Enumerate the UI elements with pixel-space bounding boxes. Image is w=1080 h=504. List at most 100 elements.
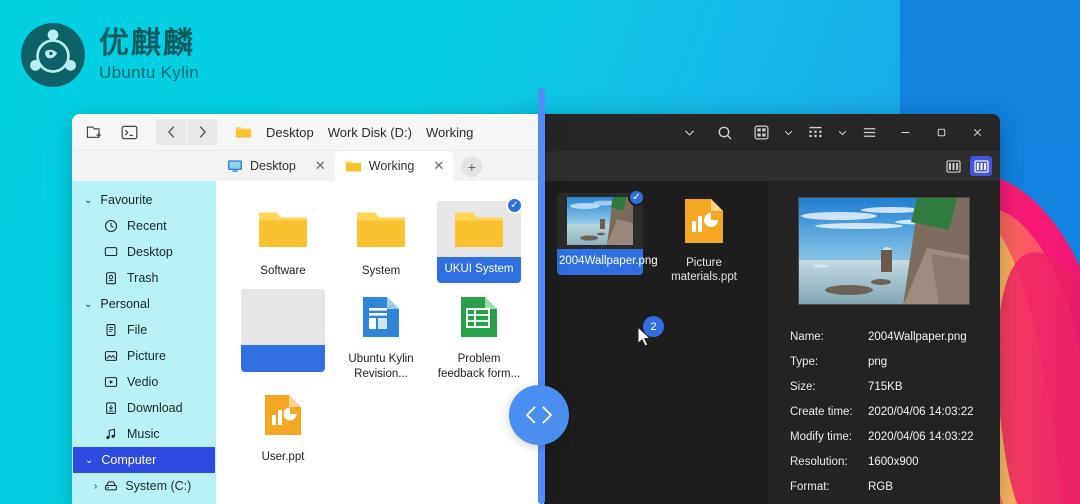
folder-icon — [345, 159, 362, 173]
sidebar-item-download[interactable]: Download — [72, 395, 216, 421]
detail-key: Resolution: — [790, 456, 868, 468]
navigation-buttons — [156, 119, 217, 145]
dark-window-body: ✓ 2004Wallpaper.png — [530, 181, 1000, 504]
presentation-icon — [241, 387, 325, 443]
sidebar-item-desktop[interactable]: Desktop — [72, 239, 216, 265]
new-folder-icon[interactable] — [82, 119, 108, 145]
tab-working[interactable]: Working ✕ — [335, 151, 454, 181]
list-item[interactable]: ✓ UKUI System — [430, 195, 528, 283]
detail-row-name: Name: 2004Wallpaper.png — [790, 331, 1000, 343]
detail-key: Modify time: — [790, 431, 868, 443]
maximize-icon[interactable] — [924, 118, 958, 148]
monitor-icon — [104, 245, 118, 259]
list-item[interactable]: System — [332, 195, 430, 283]
sidebar-group-label: Favourite — [100, 193, 152, 207]
list-item[interactable]: ✓ 2004Wallpaper.png — [548, 193, 652, 285]
sidebar-item-computer[interactable]: ⌄ Computer — [73, 447, 215, 473]
detail-row-type: Type: png — [790, 356, 1000, 368]
details-panel: Name: 2004Wallpaper.png Type: png Size: … — [768, 181, 1000, 504]
detail-key: Type: — [790, 356, 868, 368]
music-icon — [104, 427, 118, 441]
sidebar-item-label: Recent — [127, 219, 167, 233]
drive-icon — [104, 479, 118, 493]
detail-row-format: Format: RGB — [790, 481, 1000, 493]
sidebar-group-label: Personal — [100, 297, 149, 311]
folder-icon — [339, 201, 423, 257]
window-split-drag-handle[interactable] — [509, 385, 569, 445]
minimize-icon[interactable] — [888, 118, 922, 148]
sidebar-item-label: System (C:) — [125, 479, 191, 493]
dark-window-view-bar — [530, 151, 1000, 181]
new-tab-button[interactable]: + — [461, 156, 482, 177]
sidebar-item-label: Download — [127, 401, 183, 415]
chevron-down-icon: ⌄ — [85, 455, 93, 466]
list-item-label: 2004Wallpaper.png — [557, 249, 643, 275]
tab-desktop[interactable]: Desktop ✕ — [217, 151, 335, 181]
selected-check-icon: ✓ — [506, 197, 523, 214]
menu-icon[interactable] — [852, 118, 886, 148]
list-item[interactable]: User.ppt — [234, 381, 332, 464]
list-item[interactable]: Ubuntu Kylin Revision... — [332, 283, 430, 381]
forward-button[interactable] — [187, 119, 217, 145]
file-manager-toolbar: Desktop Work Disk (D:) Working — [72, 114, 544, 151]
brand-name-en: Ubuntu Kylin — [99, 64, 199, 81]
view-grid-dropdown-icon[interactable] — [780, 118, 796, 148]
ubuntu-kylin-logo: 优麒麟 Ubuntu Kylin — [20, 22, 199, 88]
dark-file-manager-window: ✓ 2004Wallpaper.png — [530, 114, 1000, 504]
list-item-label: Problem feedback form... — [433, 352, 525, 381]
word-document-icon — [339, 289, 423, 345]
sidebar-item-label: Trash — [127, 271, 159, 285]
chevron-down-icon: ⌄ — [84, 299, 92, 310]
sidebar-group-personal[interactable]: ⌄ Personal — [72, 291, 216, 317]
split-view-off-icon[interactable] — [942, 156, 964, 176]
list-item[interactable]: Software — [234, 195, 332, 283]
sidebar-item-picture[interactable]: Picture — [72, 343, 216, 369]
detail-row-modify-time: Modify time: 2020/04/06 14:03:22 — [790, 431, 1000, 443]
tab-close-icon[interactable]: ✕ — [433, 158, 444, 174]
sidebar: ⌄ Favourite Recent Desktop Trash ⌄ Perso… — [72, 181, 216, 504]
tab-bar: Desktop ✕ Working ✕ + — [72, 151, 544, 181]
list-item[interactable]: Problem feedback form... — [430, 283, 528, 381]
back-button[interactable] — [156, 119, 186, 145]
sidebar-group-favourite[interactable]: ⌄ Favourite — [72, 187, 216, 213]
trash-icon — [104, 271, 118, 285]
detail-value: 2020/04/06 14:03:22 — [868, 406, 974, 418]
breadcrumb-item-2[interactable]: Working — [426, 125, 473, 140]
list-item-partial[interactable] — [234, 283, 332, 381]
video-icon — [104, 375, 118, 389]
file-grid[interactable]: Software System ✓ UKUI System — [216, 181, 544, 504]
list-item[interactable]: Picture materials.ppt — [652, 193, 756, 285]
sort-icon[interactable] — [798, 118, 832, 148]
sidebar-item-label: Computer — [101, 453, 156, 467]
selected-check-icon: ✓ — [628, 189, 645, 206]
picture-icon — [104, 349, 118, 363]
search-icon[interactable] — [708, 118, 742, 148]
sidebar-item-system-c[interactable]: › System (C:) — [72, 473, 216, 499]
sidebar-item-label: File — [127, 323, 147, 337]
sidebar-item-trash[interactable]: Trash — [72, 265, 216, 291]
sidebar-item-recent[interactable]: Recent — [72, 213, 216, 239]
sidebar-item-music[interactable]: Music — [72, 421, 216, 447]
file-manager-body: ⌄ Favourite Recent Desktop Trash ⌄ Perso… — [72, 181, 544, 504]
folder-icon — [235, 125, 252, 139]
sort-dropdown-icon[interactable] — [834, 118, 850, 148]
kylin-logo-icon — [20, 22, 86, 88]
document-icon — [104, 323, 118, 337]
monitor-icon — [227, 159, 243, 173]
view-grid-icon[interactable] — [744, 118, 778, 148]
image-thumbnail: ✓ — [557, 193, 643, 249]
breadcrumb-item-0[interactable]: Desktop — [266, 125, 314, 140]
detail-value: 715KB — [868, 381, 903, 393]
sidebar-item-vedio[interactable]: Vedio — [72, 369, 216, 395]
list-item-label — [241, 345, 325, 371]
detail-value: 2020/04/06 14:03:22 — [868, 431, 974, 443]
path-dropdown-icon[interactable] — [672, 118, 706, 148]
list-item-label: System — [335, 264, 427, 278]
tab-close-icon[interactable]: ✕ — [315, 158, 326, 174]
split-view-on-icon[interactable] — [970, 156, 992, 176]
sidebar-item-file[interactable]: File — [72, 317, 216, 343]
list-item-label: UKUI System — [437, 257, 521, 283]
breadcrumb-item-1[interactable]: Work Disk (D:) — [328, 125, 412, 140]
close-icon[interactable] — [960, 118, 994, 148]
terminal-icon[interactable] — [116, 119, 142, 145]
